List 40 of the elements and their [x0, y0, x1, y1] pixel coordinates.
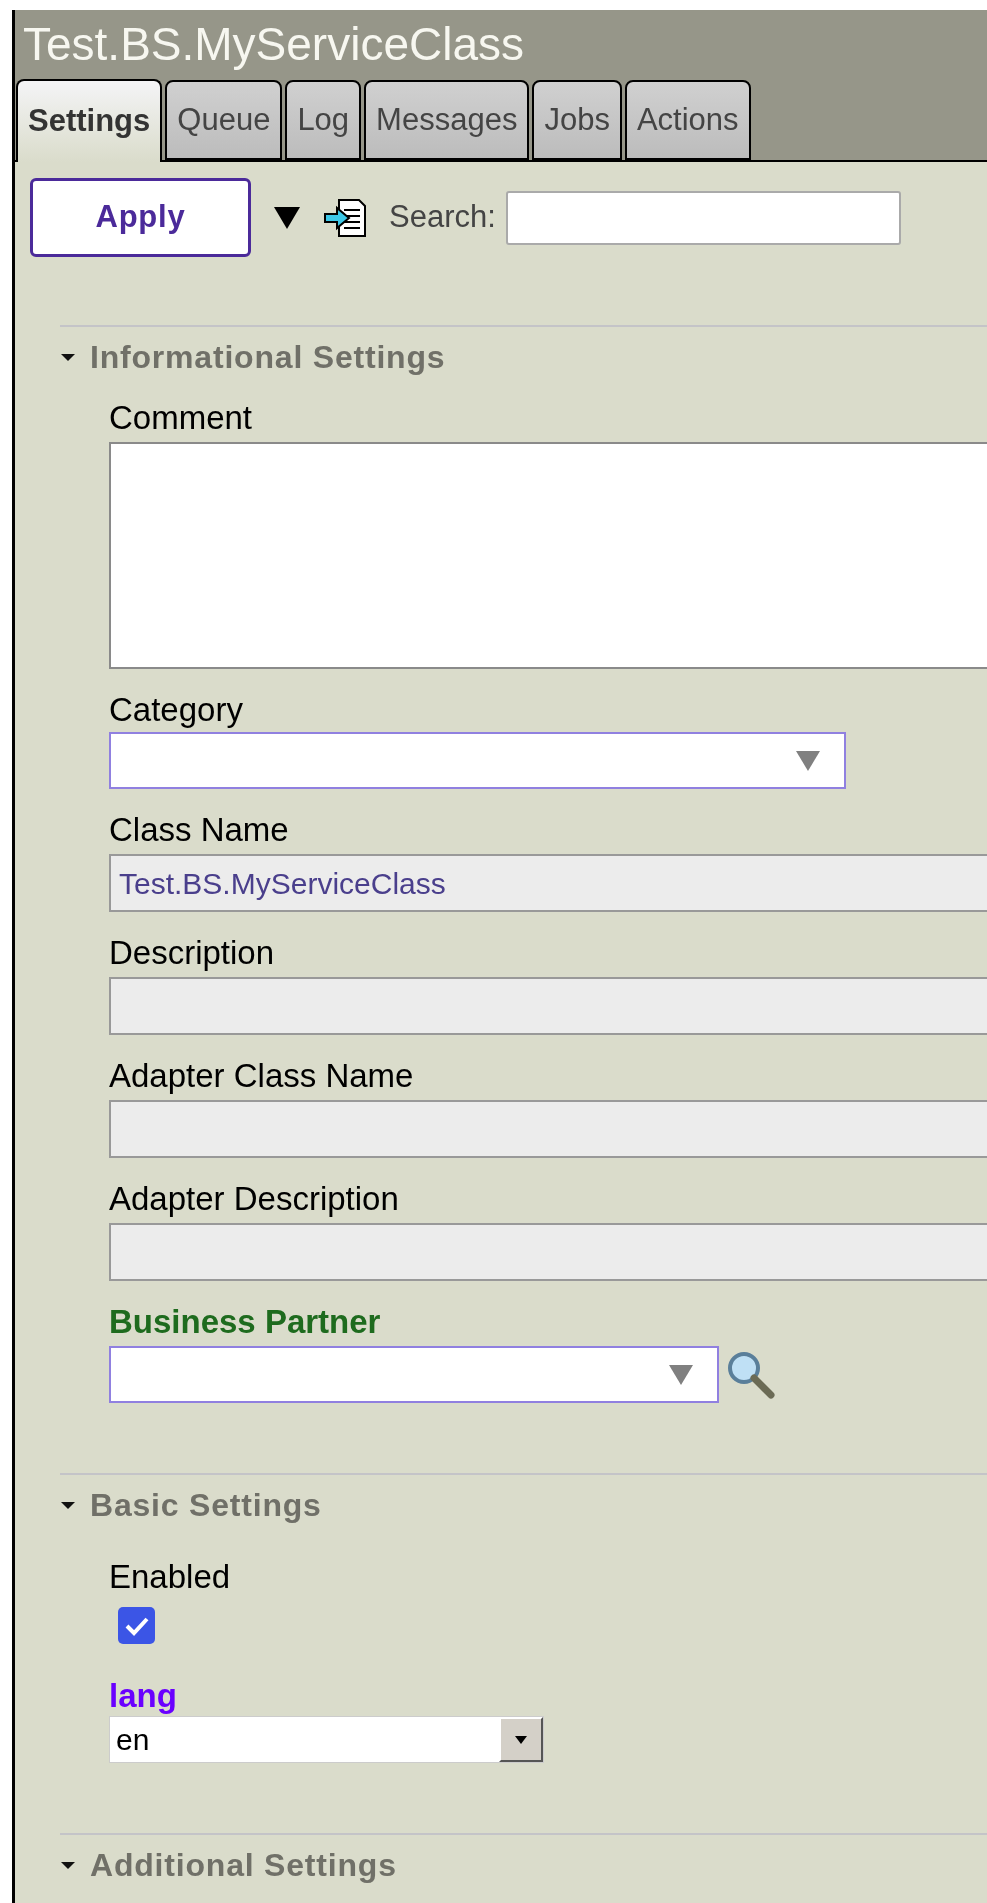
tab[interactable]: Messages: [364, 80, 530, 160]
dropdown-arrow-icon[interactable]: [273, 204, 301, 231]
comment-field[interactable]: [109, 442, 987, 669]
select-field[interactable]: [109, 1346, 719, 1403]
field-label: Description: [109, 933, 276, 973]
section-header[interactable]: Additional Settings: [60, 1845, 987, 1885]
field-label: Adapter Description: [109, 1179, 400, 1219]
section-title: Additional Settings: [90, 1846, 397, 1885]
search-label: Search:: [389, 198, 496, 237]
field-label: Business Partner: [109, 1302, 382, 1342]
section-header[interactable]: Basic Settings: [60, 1485, 987, 1525]
apply-button[interactable]: Apply: [30, 178, 251, 257]
tab[interactable]: Settings: [16, 79, 163, 162]
dropdown-button[interactable]: [499, 1717, 543, 1762]
tab[interactable]: Log: [285, 80, 362, 160]
search-field[interactable]: [505, 190, 901, 245]
field-label: Category: [109, 690, 244, 730]
caret-icon: [514, 1734, 528, 1745]
tab[interactable]: Jobs: [532, 80, 622, 160]
tab[interactable]: Queue: [165, 80, 283, 160]
field-label: Adapter Class Name: [109, 1056, 415, 1096]
field-value: en: [115, 1722, 151, 1758]
section-header[interactable]: Informational Settings: [60, 337, 987, 377]
combo-field[interactable]: en: [109, 1716, 544, 1763]
field-label: Enabled: [109, 1557, 232, 1597]
document-arrow-icon[interactable]: [323, 197, 367, 238]
readonly-field[interactable]: [109, 1223, 987, 1281]
section-title: Basic Settings: [90, 1486, 322, 1525]
field-label: lang: [109, 1676, 178, 1716]
field-value: Test.BS.MyServiceClass: [119, 865, 446, 902]
section-title: Informational Settings: [90, 338, 446, 377]
readonly-field[interactable]: [109, 1100, 987, 1158]
field-label: Comment: [109, 398, 254, 438]
checkbox[interactable]: [118, 1607, 155, 1644]
tab[interactable]: Actions: [624, 80, 751, 160]
window-title: Test.BS.MyServiceClass: [23, 17, 524, 72]
readonly-field[interactable]: [109, 977, 987, 1035]
readonly-field[interactable]: Test.BS.MyServiceClass: [109, 854, 987, 912]
select-field[interactable]: [109, 732, 846, 789]
field-label: Class Name: [109, 810, 290, 850]
